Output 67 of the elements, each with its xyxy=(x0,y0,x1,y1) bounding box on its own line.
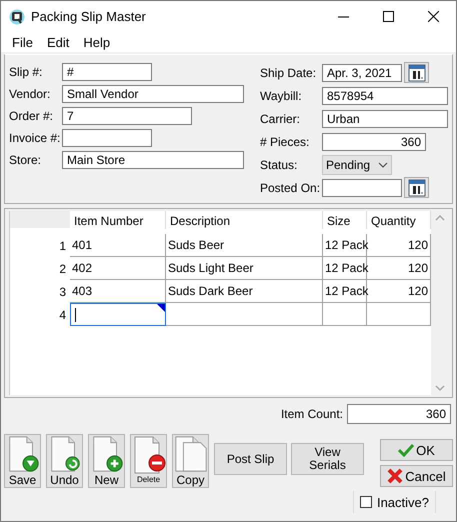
field-label: Posted On: xyxy=(260,180,322,194)
cancel-button[interactable]: Cancel xyxy=(380,465,453,487)
table-cell[interactable]: Suds Light Beer xyxy=(166,257,323,280)
action-button[interactable]: View Serials xyxy=(291,443,364,475)
delete-button[interactable]: Delete xyxy=(130,434,167,488)
table-cell[interactable]: Suds Beer xyxy=(166,234,323,257)
field-label: Waybill: xyxy=(260,88,303,102)
menu-item[interactable]: File xyxy=(5,34,40,50)
input-field[interactable] xyxy=(62,129,152,147)
chevron-down-icon xyxy=(378,162,388,168)
minimize-icon[interactable] xyxy=(338,16,349,18)
table-cell[interactable]: 12 Pack xyxy=(323,280,367,303)
table-cell[interactable] xyxy=(166,303,323,326)
action-button[interactable]: Post Slip xyxy=(214,443,287,475)
app-icon xyxy=(9,8,25,24)
table-cell[interactable] xyxy=(70,303,166,326)
date-field[interactable] xyxy=(322,178,402,196)
menu-item[interactable]: Edit xyxy=(40,34,76,50)
checkmark-icon xyxy=(398,443,414,457)
window-title: Packing Slip Master xyxy=(31,9,147,24)
copy-button[interactable]: Copy xyxy=(172,434,209,488)
field-label: Slip #: xyxy=(9,65,44,79)
save-button[interactable]: Save xyxy=(4,434,41,488)
item-count-field: 360 xyxy=(347,404,451,424)
table-cell[interactable] xyxy=(367,303,431,326)
table-cell[interactable] xyxy=(323,303,367,326)
table-cell[interactable]: 402 xyxy=(70,257,166,280)
close-icon xyxy=(387,468,404,484)
table-cell[interactable]: 120 xyxy=(367,280,431,303)
field-label: Store: xyxy=(9,153,42,167)
input-field[interactable]: 8578954 xyxy=(322,86,448,104)
calendar-icon xyxy=(408,178,426,196)
field-label: Carrier: xyxy=(260,112,302,126)
field-label: Status: xyxy=(260,158,298,172)
input-field[interactable]: Urban xyxy=(322,110,448,128)
item-count-label: Item Count: xyxy=(280,407,343,421)
close-icon[interactable] xyxy=(428,11,439,22)
input-field[interactable]: 360 xyxy=(322,132,426,150)
calendar-icon xyxy=(408,64,426,82)
table-cell[interactable]: 12 Pack xyxy=(323,257,367,280)
table-cell[interactable]: Suds Dark Beer xyxy=(166,280,323,303)
checkbox-label: Inactive? xyxy=(376,494,429,510)
input-field[interactable]: Main Store xyxy=(62,151,244,169)
undo-button[interactable]: Undo xyxy=(46,434,83,488)
status-dropdown[interactable]: Pending xyxy=(322,154,392,174)
field-label: Order #: xyxy=(9,109,54,123)
calendar-button[interactable] xyxy=(404,177,429,198)
input-field[interactable]: 7 xyxy=(62,107,192,125)
date-field[interactable]: Apr. 3, 2021 xyxy=(322,64,402,82)
table-cell[interactable]: 120 xyxy=(367,257,431,280)
new-button[interactable]: New xyxy=(88,434,125,488)
table-cell[interactable]: 12 Pack xyxy=(323,234,367,257)
input-field[interactable]: Small Vendor xyxy=(62,85,244,103)
calendar-button[interactable] xyxy=(404,62,429,83)
table-cell[interactable]: 120 xyxy=(367,234,431,257)
copy-icon xyxy=(172,435,208,473)
field-label: Invoice #: xyxy=(9,131,62,145)
table-cell[interactable]: 401 xyxy=(70,234,166,257)
ok-button[interactable]: OK xyxy=(380,439,453,461)
corner-header xyxy=(10,211,70,228)
field-label: Ship Date: xyxy=(260,66,318,80)
menu-item[interactable]: Help xyxy=(76,34,118,50)
maximize-icon[interactable] xyxy=(383,11,394,22)
field-label: Vendor: xyxy=(9,87,52,101)
field-label: # Pieces: xyxy=(260,134,310,148)
table-cell[interactable]: 403 xyxy=(70,280,166,303)
input-field[interactable]: # xyxy=(62,63,152,81)
